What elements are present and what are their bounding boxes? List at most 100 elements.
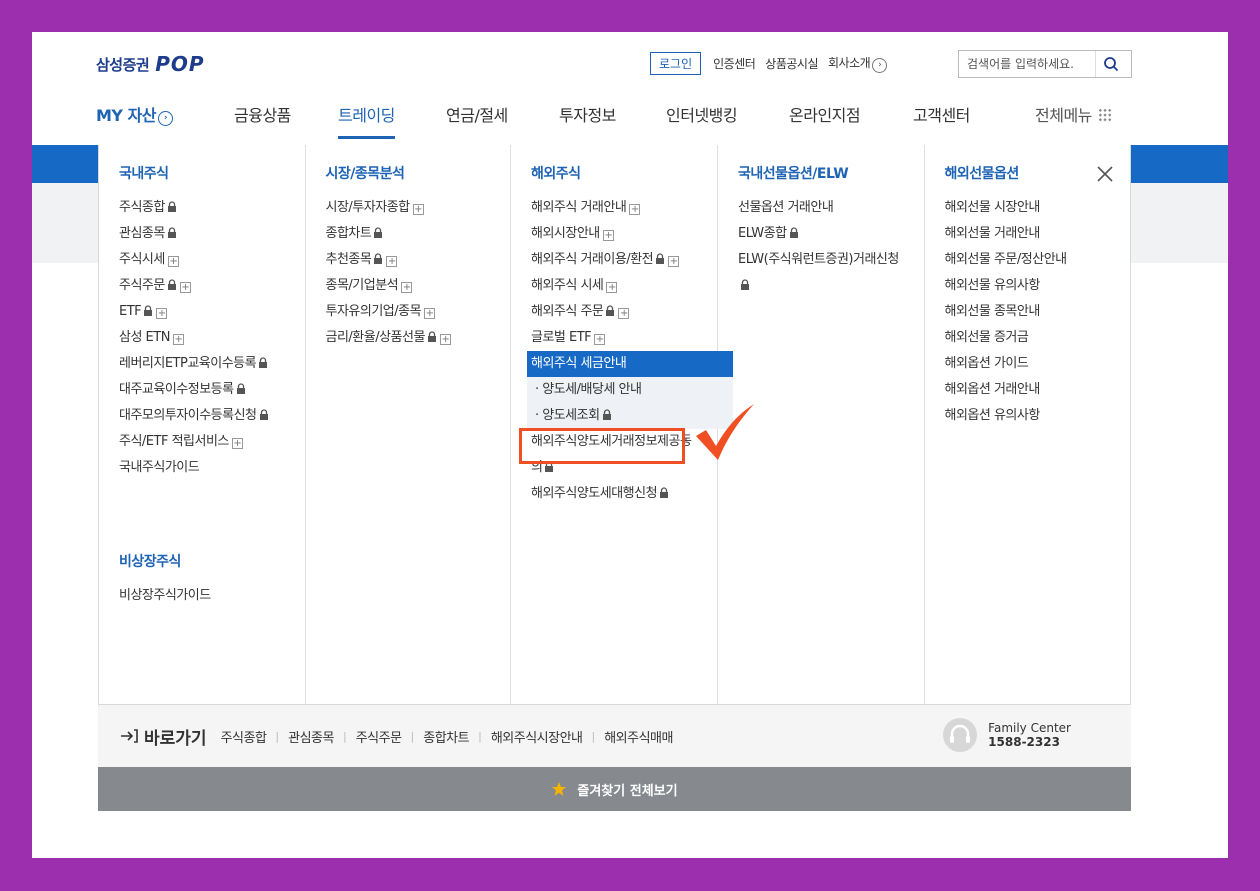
expand-plus-icon[interactable]: + bbox=[179, 282, 191, 293]
highlight-box bbox=[519, 428, 685, 464]
expand-plus-icon[interactable]: + bbox=[412, 204, 424, 215]
menu-item-overseas-tax[interactable]: 해외주식 세금안내 bbox=[527, 351, 733, 377]
menu-domestic-item[interactable]: 관심종목 bbox=[119, 221, 289, 247]
gnb-my-assets[interactable]: MY 자산 › bbox=[96, 102, 174, 126]
menu-overseas-futures-item[interactable]: 해외옵션 가이드 bbox=[945, 351, 1131, 377]
menu-overseas-item-label: 해외주식 거래안내 bbox=[531, 200, 627, 215]
menu-domestic-item[interactable]: 삼성 ETN + bbox=[119, 325, 289, 351]
menu-overseas-futures-item[interactable]: 해외선물 거래안내 bbox=[945, 221, 1131, 247]
util-link-company-label: 회사소개 bbox=[828, 56, 871, 70]
family-center[interactable]: Family Center 1588-2323 bbox=[942, 717, 1071, 753]
quick-link-stock-order[interactable]: 주식주문 bbox=[356, 727, 402, 746]
lock-icon bbox=[144, 305, 153, 316]
menu-domestic-item-label: 대주모의투자이수등록신청 bbox=[119, 408, 257, 423]
expand-plus-icon[interactable]: + bbox=[668, 256, 680, 267]
gnb-item-customer-center[interactable]: 고객센터 bbox=[913, 102, 970, 126]
quick-links-bar: 바로가기 주식종합 | 관심종목 | 주식주문 | 종합차트 | 해외주식시장안내 | 해… bbox=[98, 705, 1131, 767]
gnb-item-pension[interactable]: 연금/절세 bbox=[446, 102, 508, 126]
menu-item-unlisted-guide[interactable]: 비상장주식가이드 bbox=[119, 583, 305, 609]
expand-plus-icon[interactable]: + bbox=[231, 438, 243, 449]
menu-futures-item[interactable]: 선물옵션 거래안내 bbox=[738, 195, 908, 221]
menu-overseas-futures-item[interactable]: 해외선물 유의사항 bbox=[945, 273, 1131, 299]
menu-domestic-item[interactable]: 주식/ETF 적립서비스 + bbox=[119, 429, 289, 455]
menu-overseas-futures-item[interactable]: 해외선물 시장안내 bbox=[945, 195, 1131, 221]
login-button[interactable]: 로그인 bbox=[650, 52, 702, 75]
menu-market-item[interactable]: 투자유의기업/종목 + bbox=[326, 299, 511, 325]
col4-list: 선물옵션 거래안내 ELW종합 ELW(주식워런트증권)거래신청 bbox=[738, 195, 924, 299]
expand-plus-icon[interactable]: + bbox=[618, 308, 630, 319]
menu-futures-item[interactable]: ELW(주식워런트증권)거래신청 bbox=[738, 247, 908, 299]
menu-overseas-futures-item-label: 해외옵션 가이드 bbox=[944, 356, 1029, 371]
expand-plus-icon[interactable]: + bbox=[167, 256, 179, 267]
menu-overseas-futures-item[interactable]: 해외선물 주문/정산안내 bbox=[945, 247, 1131, 273]
col-title-domestic[interactable]: 국내주식 bbox=[119, 163, 305, 183]
menu-overseas-tax-extra-item[interactable]: 해외주식양도세대행신청 bbox=[531, 481, 701, 507]
quick-link-chart[interactable]: 종합차트 bbox=[423, 727, 469, 746]
col-title-unlisted[interactable]: 비상장주식 bbox=[119, 551, 305, 571]
menu-domestic-item[interactable]: 주식종합 bbox=[119, 195, 289, 221]
close-icon[interactable] bbox=[1096, 165, 1114, 183]
menu-domestic-item[interactable]: ETF + bbox=[119, 299, 289, 325]
expand-plus-icon[interactable]: + bbox=[439, 334, 451, 345]
expand-plus-icon[interactable]: + bbox=[156, 308, 168, 319]
menu-overseas-futures-item[interactable]: 해외선물 종목안내 bbox=[945, 299, 1131, 325]
quick-link-overseas-trade[interactable]: 해외주식매매 bbox=[604, 727, 673, 746]
gnb-all-menu[interactable]: 전체메뉴 bbox=[1035, 102, 1112, 126]
menu-domestic-item[interactable]: 대주교육이수정보등록 bbox=[119, 377, 289, 403]
logo-text: 삼성증권 bbox=[96, 55, 150, 74]
menu-domestic-item[interactable]: 레버리지ETP교육이수등록 bbox=[119, 351, 289, 377]
menu-futures-item-label: ELW(주식워런트증권)거래신청 bbox=[738, 252, 899, 267]
expand-plus-icon[interactable]: + bbox=[629, 204, 641, 215]
menu-col-overseas-futures: 해외선물옵션 해외선물 시장안내 해외선물 거래안내 해외선물 주문/정산안내 해외선… bbox=[925, 145, 1131, 704]
menu-futures-item[interactable]: ELW종합 bbox=[738, 221, 908, 247]
menu-domestic-item-label: 국내주식가이드 bbox=[119, 460, 200, 475]
col-title-overseas[interactable]: 해외주식 bbox=[531, 163, 717, 183]
util-link-disclosure[interactable]: 상품공시실 bbox=[765, 55, 818, 72]
quick-link-stock-summary[interactable]: 주식종합 bbox=[221, 727, 267, 746]
util-link-company[interactable]: 회사소개 › bbox=[828, 54, 888, 73]
favorites-bar[interactable]: 즐겨찾기 전체보기 bbox=[98, 767, 1131, 811]
menu-overseas-futures-item[interactable]: 해외옵션 유의사항 bbox=[945, 403, 1131, 429]
menu-domestic-item[interactable]: 대주모의투자이수등록신청 bbox=[119, 403, 289, 429]
menu-overseas-item[interactable]: 해외주식 거래이용/환전 + bbox=[531, 247, 701, 273]
col-title-market[interactable]: 시장/종목분석 bbox=[326, 163, 511, 183]
menu-overseas-item[interactable]: 해외주식 주문 + bbox=[531, 299, 701, 325]
col-title-futures[interactable]: 국내선물옵션/ELW bbox=[738, 163, 924, 183]
quick-link-overseas-market[interactable]: 해외주식시장안내 bbox=[491, 727, 583, 746]
gnb-item-internet-banking[interactable]: 인터넷뱅킹 bbox=[666, 102, 738, 126]
menu-overseas-item-label: 해외주식 거래이용/환전 bbox=[531, 252, 654, 267]
menu-overseas-futures-item[interactable]: 해외옵션 거래안내 bbox=[945, 377, 1131, 403]
gnb-item-products[interactable]: 금융상품 bbox=[234, 102, 291, 126]
expand-plus-icon[interactable]: + bbox=[602, 230, 614, 241]
gnb-item-online-branch[interactable]: 온라인지점 bbox=[789, 102, 861, 126]
menu-market-item[interactable]: 종목/기업분석 + bbox=[326, 273, 511, 299]
logo[interactable]: 삼성증권 POP bbox=[96, 52, 205, 76]
menu-overseas-item[interactable]: 해외시장안내 + bbox=[531, 221, 701, 247]
expand-plus-icon[interactable]: + bbox=[594, 334, 606, 345]
menu-overseas-item[interactable]: 해외주식 시세 + bbox=[531, 273, 701, 299]
menu-futures-item-label: ELW종합 bbox=[738, 226, 787, 241]
expand-plus-icon[interactable]: + bbox=[606, 282, 618, 293]
menu-market-item[interactable]: 시장/투자자종합 + bbox=[326, 195, 511, 221]
menu-domestic-item[interactable]: 주식주문 + bbox=[119, 273, 289, 299]
search-input[interactable] bbox=[959, 57, 1095, 71]
menu-overseas-futures-item-label: 해외선물 거래안내 bbox=[944, 226, 1041, 241]
expand-plus-icon[interactable]: + bbox=[401, 282, 413, 293]
menu-overseas-futures-item[interactable]: 해외선물 증거금 bbox=[945, 325, 1131, 351]
search-icon[interactable] bbox=[1095, 51, 1125, 77]
quick-link-watchlist[interactable]: 관심종목 bbox=[288, 727, 334, 746]
gnb-item-trading[interactable]: 트레이딩 bbox=[338, 102, 395, 139]
menu-market-item[interactable]: 금리/환율/상품선물 + bbox=[326, 325, 511, 351]
menu-domestic-item[interactable]: 국내주식가이드 bbox=[119, 455, 289, 481]
expand-plus-icon[interactable]: + bbox=[386, 256, 398, 267]
menu-overseas-item[interactable]: 해외주식 거래안내 + bbox=[531, 195, 701, 221]
menu-overseas-item[interactable]: 글로벌 ETF + bbox=[531, 325, 701, 351]
gnb-item-invest-info[interactable]: 투자정보 bbox=[559, 102, 616, 126]
util-link-cert[interactable]: 인증센터 bbox=[713, 55, 756, 72]
expand-plus-icon[interactable]: + bbox=[172, 334, 184, 345]
menu-domestic-item[interactable]: 주식시세 + bbox=[119, 247, 289, 273]
submenu-item-tax-guide[interactable]: · 양도세/배당세 안내 bbox=[535, 377, 733, 403]
expand-plus-icon[interactable]: + bbox=[424, 308, 436, 319]
menu-market-item[interactable]: 추천종목 + bbox=[326, 247, 511, 273]
menu-market-item[interactable]: 종합차트 bbox=[326, 221, 511, 247]
